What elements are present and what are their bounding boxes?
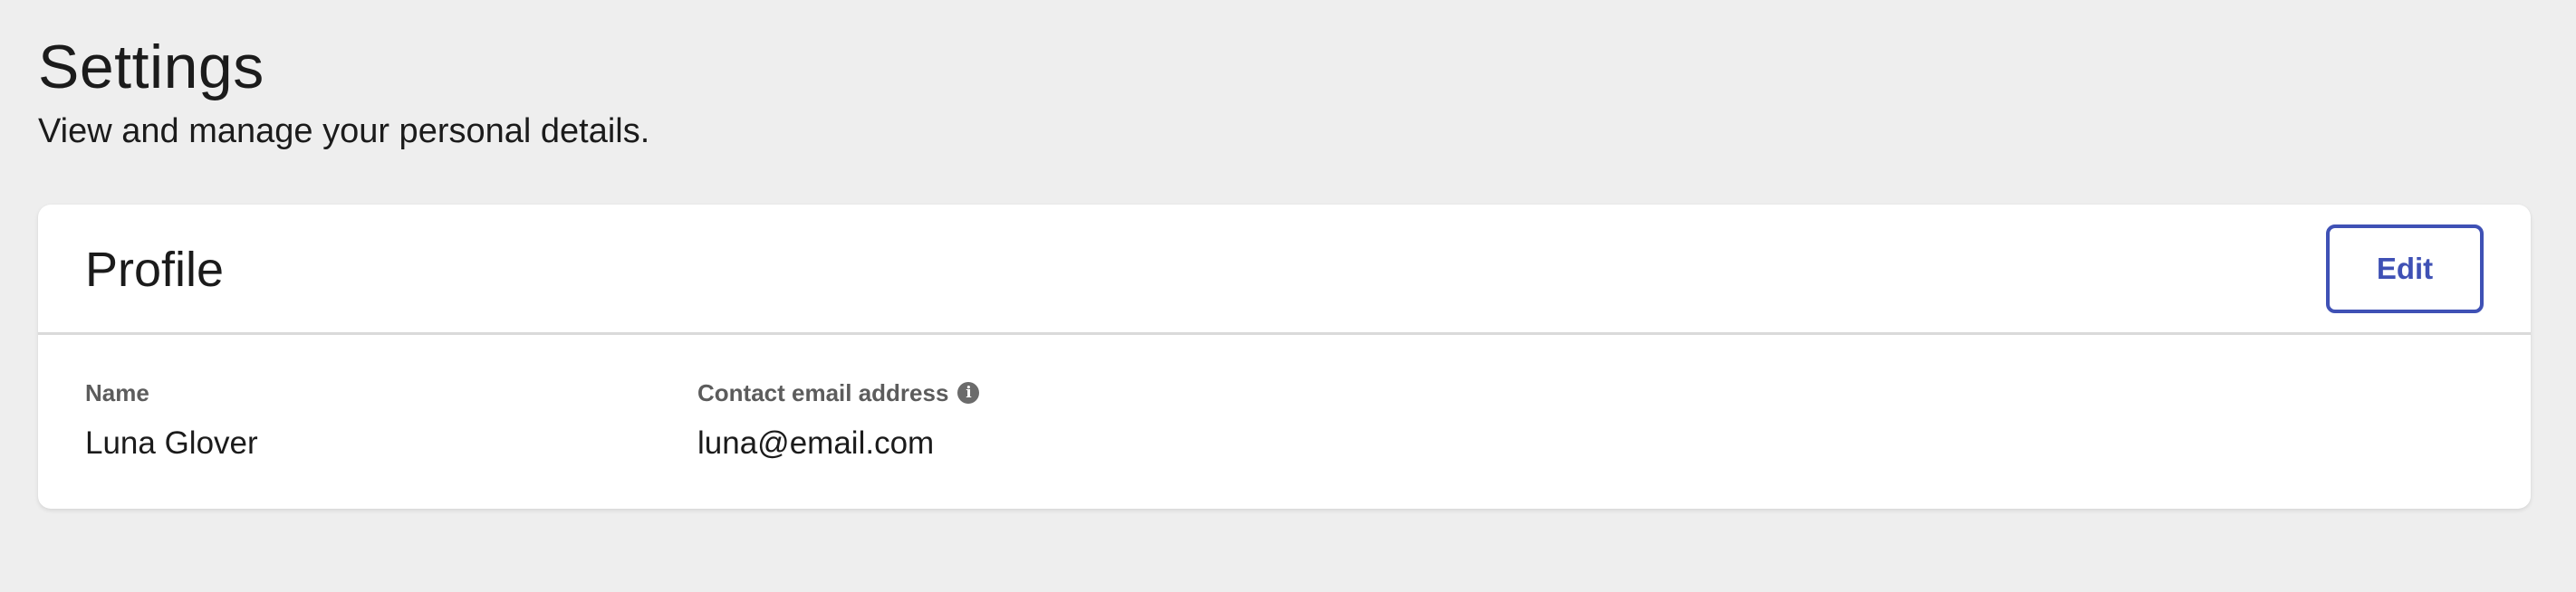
profile-card-title: Profile	[85, 243, 225, 297]
edit-button[interactable]: Edit	[2326, 224, 2484, 313]
profile-card-header: Profile Edit	[38, 205, 2531, 335]
contact-email-field: Contact email address i luna@email.com	[697, 378, 980, 463]
name-field: Name Luna Glover	[85, 378, 258, 463]
profile-card: Profile Edit Name Luna Glover Contact em…	[38, 205, 2531, 509]
contact-email-label-text: Contact email address	[697, 379, 949, 406]
info-icon[interactable]: i	[957, 382, 980, 404]
contact-email-value: luna@email.com	[697, 425, 935, 461]
settings-page: Settings View and manage your personal d…	[0, 0, 2576, 592]
page-title: Settings	[38, 33, 264, 101]
name-label-text: Name	[85, 379, 149, 406]
profile-card-body: Name Luna Glover Contact email address i…	[38, 335, 2531, 506]
name-label: Name	[85, 378, 258, 407]
page-subtitle: View and manage your personal details.	[38, 112, 650, 150]
contact-email-label: Contact email address i	[697, 378, 980, 407]
name-value: Luna Glover	[85, 425, 258, 461]
